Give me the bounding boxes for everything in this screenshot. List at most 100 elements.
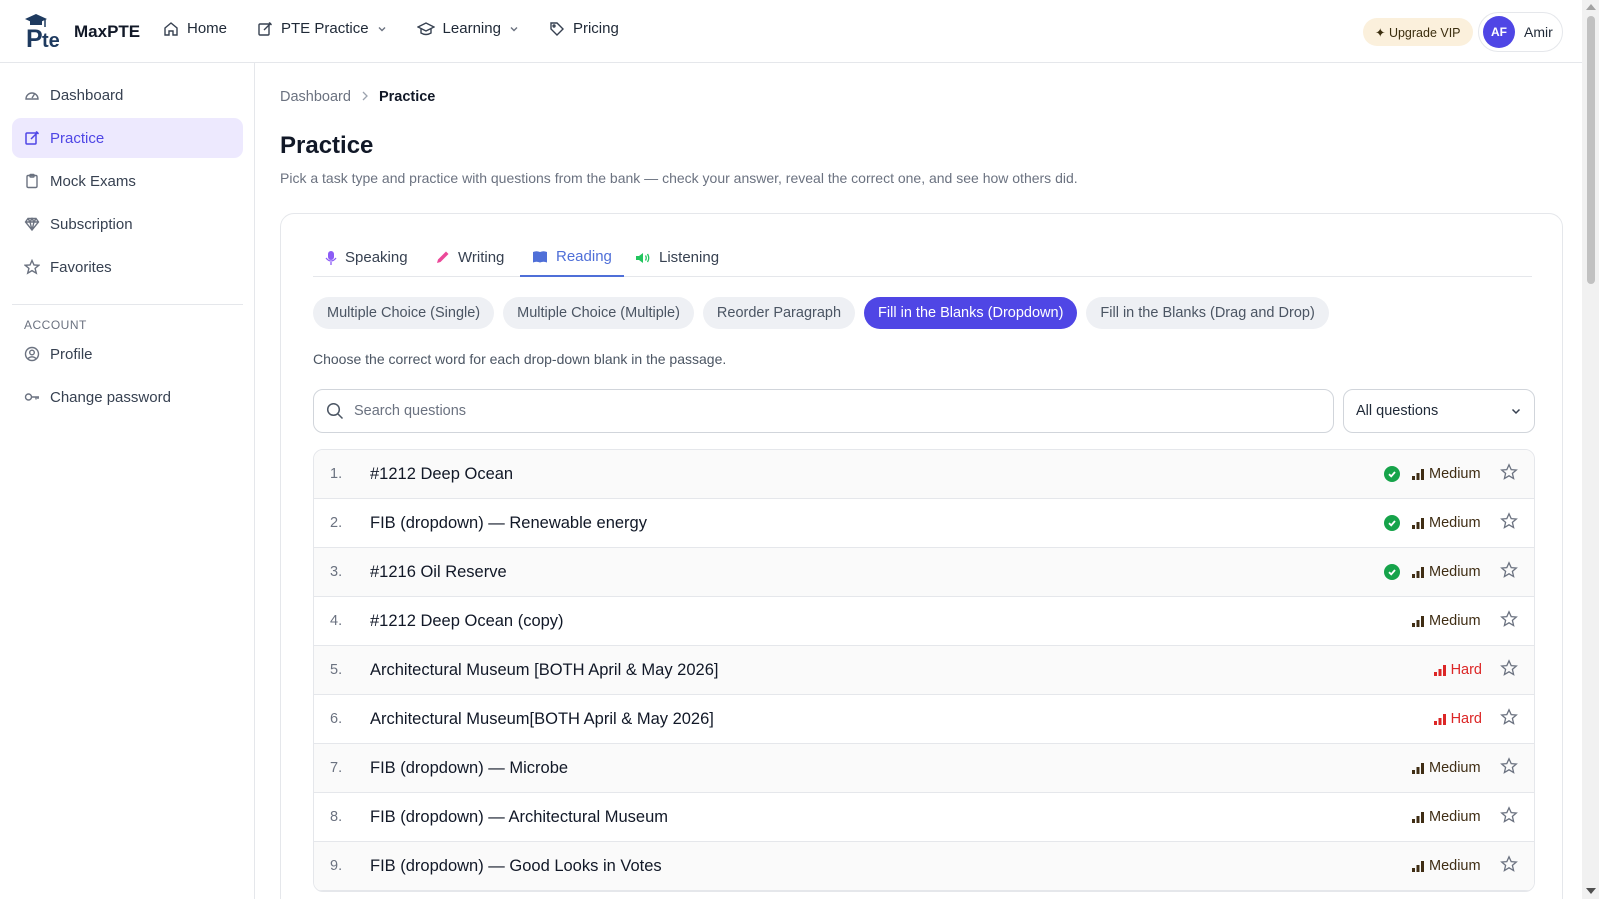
scrollbar-thumb[interactable] xyxy=(1587,16,1595,284)
tab-speaking[interactable]: Speaking xyxy=(313,238,420,277)
nav-pricing-label: Pricing xyxy=(572,20,619,37)
nav-home[interactable]: Home xyxy=(163,20,227,37)
sidebar-item-practice[interactable]: Practice xyxy=(12,118,243,158)
difficulty-label: Medium xyxy=(1429,858,1481,874)
difficulty-label: Hard xyxy=(1450,662,1482,678)
favorite-star-icon[interactable] xyxy=(1500,854,1518,878)
nav-pricing[interactable]: Pricing xyxy=(549,20,619,37)
tab-writing[interactable]: Writing xyxy=(423,238,516,277)
scroll-down-arrow-icon[interactable] xyxy=(1586,888,1596,894)
question-row[interactable]: 9. FIB (dropdown) — Good Looks in Votes Me… xyxy=(314,842,1534,891)
question-meta: Hard xyxy=(1412,695,1518,743)
question-row[interactable]: 8. FIB (dropdown) — Architectural Museum M… xyxy=(314,793,1534,842)
logo[interactable]: P te MaxPTE xyxy=(22,14,140,53)
difficulty-badge: Hard xyxy=(1433,711,1482,727)
question-row[interactable]: 5. Architectural Museum [BOTH April & May… xyxy=(314,646,1534,695)
chip-fill-blanks-dropdown[interactable]: Fill in the Blanks (Dropdown) xyxy=(864,297,1078,329)
breadcrumb: Dashboard Practice xyxy=(280,89,435,105)
question-number: 3. xyxy=(330,564,343,580)
question-row[interactable]: 7. FIB (dropdown) — Microbe Medium xyxy=(314,744,1534,793)
sidebar-divider xyxy=(12,304,243,305)
favorite-star-icon[interactable] xyxy=(1500,658,1518,682)
difficulty-label: Medium xyxy=(1429,515,1481,531)
graduation-cap-icon xyxy=(416,21,435,35)
favorite-star-icon[interactable] xyxy=(1500,609,1518,633)
chip-reorder-paragraph[interactable]: Reorder Paragraph xyxy=(702,297,856,329)
chip-multiple-choice-single[interactable]: Multiple Choice (Single) xyxy=(313,297,495,329)
nav-pte-practice[interactable]: PTE Practice xyxy=(257,20,387,37)
upgrade-vip-button[interactable]: ✦ Upgrade VIP xyxy=(1363,18,1473,46)
favorite-star-icon[interactable] xyxy=(1500,756,1518,780)
edit-icon xyxy=(258,21,273,36)
sidebar-item-label: Practice xyxy=(50,129,105,147)
question-row[interactable]: 2. FIB (dropdown) — Renewable energy Mediu… xyxy=(314,499,1534,548)
star-icon xyxy=(24,259,40,275)
sidebar: Dashboard Practice Mock Exams Subscripti… xyxy=(0,63,255,899)
difficulty-label: Medium xyxy=(1429,809,1481,825)
book-icon xyxy=(533,250,547,262)
chip-multiple-choice-multiple[interactable]: Multiple Choice (Multiple) xyxy=(503,297,694,329)
difficulty-label: Medium xyxy=(1429,564,1481,580)
search-input[interactable] xyxy=(354,403,1254,419)
svg-text:P: P xyxy=(26,25,43,50)
difficulty-badge: Hard xyxy=(1433,662,1482,678)
question-title: #1216 Oil Reserve xyxy=(370,562,507,581)
logo-mark-icon: P te xyxy=(22,14,68,53)
page-description: Pick a task type and practice with quest… xyxy=(280,170,1078,186)
question-row[interactable]: 3. #1216 Oil Reserve Medium xyxy=(314,548,1534,597)
sidebar-item-change-password[interactable]: Change password xyxy=(12,377,243,417)
question-filter-select[interactable]: All questions xyxy=(1343,389,1535,433)
dashboard-icon xyxy=(25,92,39,100)
signal-bars-icon xyxy=(1412,762,1424,774)
favorite-star-icon[interactable] xyxy=(1500,560,1518,584)
question-row[interactable]: 6. Architectural Museum[BOTH April & May … xyxy=(314,695,1534,744)
tab-listening[interactable]: Listening xyxy=(623,238,731,277)
favorite-star-icon[interactable] xyxy=(1500,511,1518,535)
sidebar-item-subscription[interactable]: Subscription xyxy=(12,204,243,244)
main-nav: Home PTE Practice Learning Pricing xyxy=(163,20,649,37)
chevron-down-icon xyxy=(378,26,386,31)
question-meta: Medium xyxy=(1384,548,1518,596)
question-number: 9. xyxy=(330,858,343,874)
question-row[interactable]: 4. #1212 Deep Ocean (copy) Medium xyxy=(314,597,1534,646)
favorite-star-icon[interactable] xyxy=(1500,707,1518,731)
question-row[interactable]: 1. #1212 Deep Ocean Medium xyxy=(314,450,1534,499)
breadcrumb-dashboard-link[interactable]: Dashboard xyxy=(280,89,351,105)
scroll-up-arrow-icon[interactable] xyxy=(1586,4,1596,10)
question-title: FIB (dropdown) — Architectural Museum xyxy=(370,807,669,826)
question-title: FIB (dropdown) — Good Looks in Votes xyxy=(370,856,662,875)
question-number: 4. xyxy=(330,613,343,629)
page-scrollbar[interactable] xyxy=(1582,0,1599,899)
nav-learning-label: Learning xyxy=(442,20,501,37)
tab-reading[interactable]: Reading xyxy=(520,238,624,277)
sidebar-item-mock-exams[interactable]: Mock Exams xyxy=(12,161,243,201)
tag-icon xyxy=(550,21,564,36)
search-box xyxy=(313,389,1334,433)
sidebar-item-dashboard[interactable]: Dashboard xyxy=(12,75,243,115)
tab-label: Reading xyxy=(556,248,612,265)
diamond-icon xyxy=(24,217,40,232)
search-icon xyxy=(326,402,344,420)
signal-bars-icon xyxy=(1412,811,1424,823)
signal-bars-icon xyxy=(1412,615,1424,627)
chip-fill-blanks-drag-drop[interactable]: Fill in the Blanks (Drag and Drop) xyxy=(1086,297,1329,329)
question-number: 8. xyxy=(330,809,343,825)
favorite-star-icon[interactable] xyxy=(1500,805,1518,829)
check-circle-icon xyxy=(1384,466,1400,482)
difficulty-badge: Medium xyxy=(1412,515,1482,531)
tab-label: Writing xyxy=(458,249,505,266)
question-meta: Medium xyxy=(1412,842,1518,890)
question-meta: Medium xyxy=(1412,744,1518,792)
chevron-right-icon xyxy=(361,89,369,105)
sidebar-item-favorites[interactable]: Favorites xyxy=(12,247,243,287)
nav-learning[interactable]: Learning xyxy=(416,20,519,37)
signal-bars-icon xyxy=(1412,860,1424,872)
favorite-star-icon[interactable] xyxy=(1500,462,1518,486)
sidebar-item-profile[interactable]: Profile xyxy=(12,334,243,374)
user-menu[interactable]: AF Amir xyxy=(1478,12,1563,52)
check-circle-icon xyxy=(1384,515,1400,531)
svg-text:te: te xyxy=(42,30,60,50)
signal-bars-icon xyxy=(1433,664,1446,676)
user-name: Amir xyxy=(1524,24,1553,40)
signal-bars-icon xyxy=(1433,713,1446,725)
